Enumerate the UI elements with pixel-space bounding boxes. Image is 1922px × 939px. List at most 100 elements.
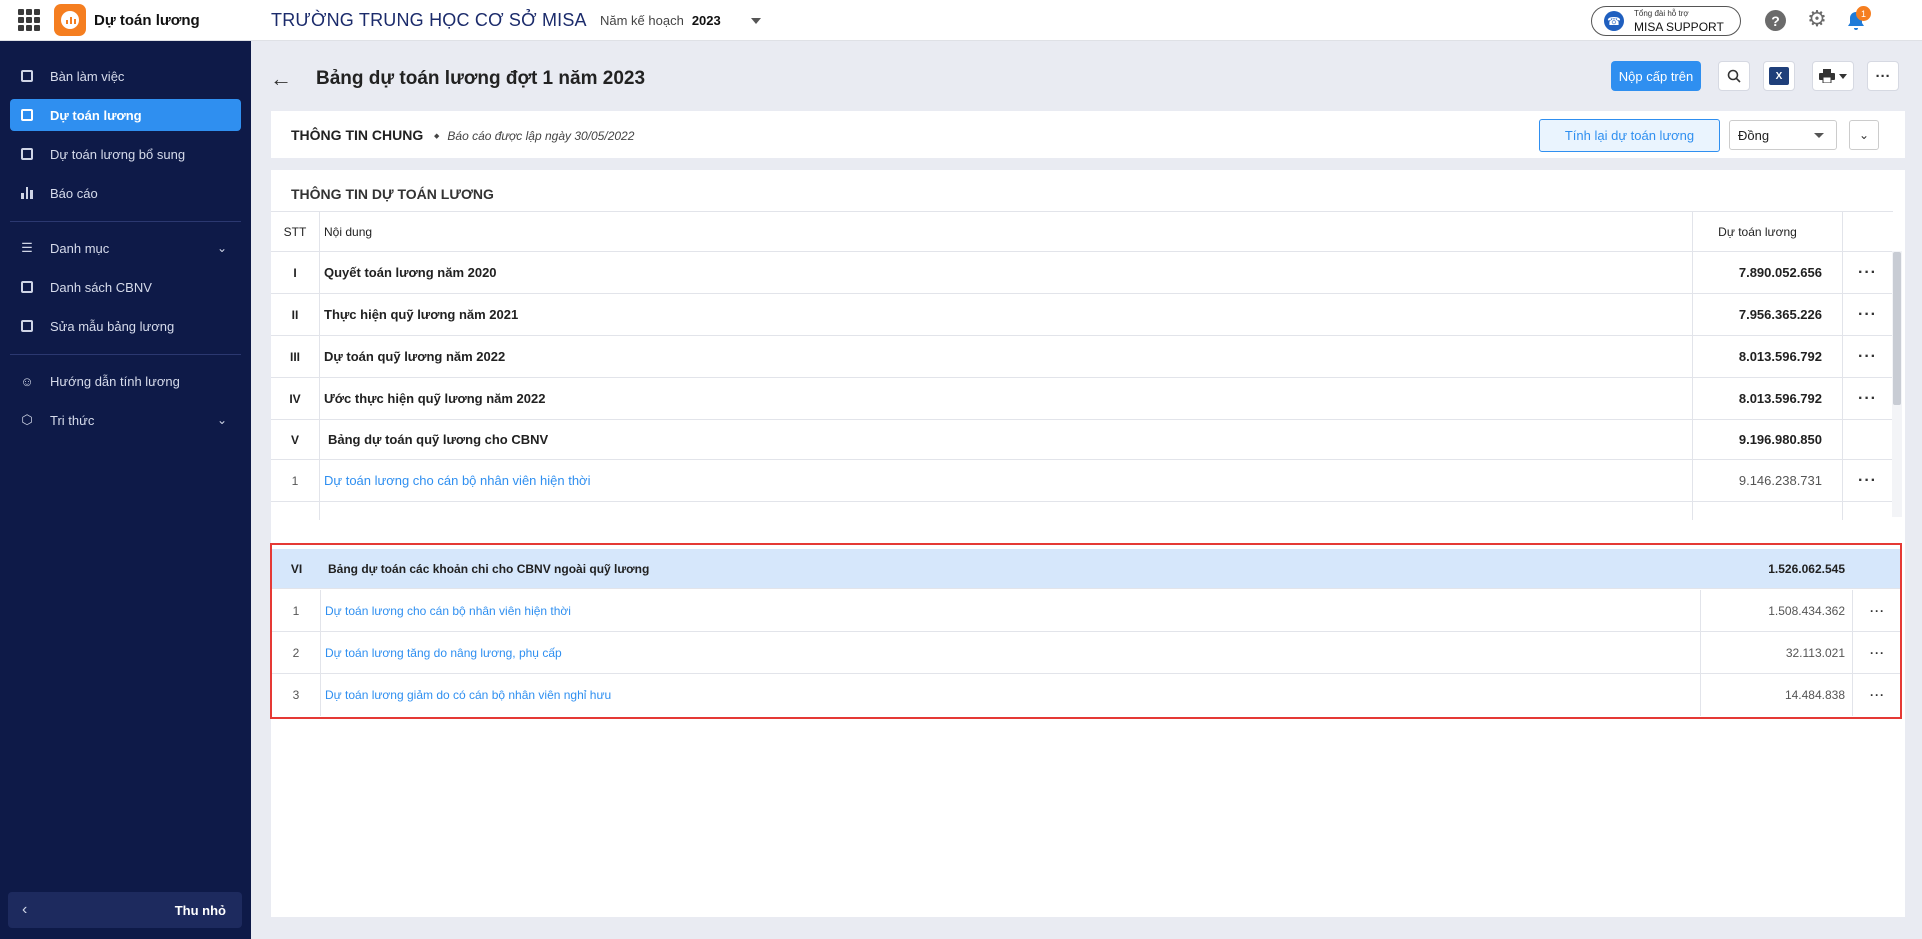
- template-icon: [20, 319, 34, 333]
- row-content: Quyết toán lương năm 2020: [324, 265, 497, 280]
- row-more-button[interactable]: ···: [1842, 378, 1892, 419]
- row-actions: [1842, 502, 1892, 520]
- table-row[interactable]: V Bảng dự toán quỹ lương cho CBNV 9.196.…: [271, 420, 1893, 460]
- guide-icon: ☺: [20, 373, 34, 389]
- plan-year-selector[interactable]: Năm kế hoạch 2023: [600, 13, 761, 28]
- sidebar-item-staff[interactable]: Danh sách CBNV: [10, 271, 241, 303]
- scrollbar-thumb[interactable]: [1893, 252, 1901, 405]
- sidebar-item-supplement[interactable]: Dự toán lương bổ sung: [10, 138, 241, 170]
- search-button[interactable]: [1718, 61, 1750, 91]
- gear-icon[interactable]: ⚙: [1806, 6, 1828, 31]
- table-header: STT Nội dung Dự toán lương: [271, 211, 1893, 252]
- back-arrow-icon[interactable]: ←: [270, 66, 292, 92]
- report-icon: [20, 186, 34, 200]
- sidebar: Bàn làm việc Dự toán lương Dự toán lương…: [0, 41, 251, 939]
- row-content: Bảng dự toán quỹ lương cho CBNV: [328, 432, 549, 447]
- sidebar-item-label: Tri thức: [50, 412, 95, 428]
- sidebar-item-label: Sửa mẫu bảng lương: [50, 318, 175, 334]
- table-row[interactable]: II Thực hiện quỹ lương năm 2021 7.956.36…: [271, 294, 1893, 336]
- row-stt: I: [271, 252, 320, 293]
- header-stt: STT: [271, 212, 320, 251]
- sidebar-item-label: Danh mục: [50, 240, 110, 256]
- row-value: 7.890.052.656: [1692, 252, 1822, 293]
- highlight-box: [270, 543, 1902, 719]
- header-value: Dự toán lương: [1692, 212, 1822, 251]
- table-row[interactable]: 1 Dự toán lương cho cán bộ nhân viên hiệ…: [271, 460, 1893, 502]
- sidebar-item-payroll[interactable]: Dự toán lương: [10, 99, 241, 131]
- currency-value: Đồng: [1738, 127, 1770, 143]
- row-more-button[interactable]: ···: [1842, 252, 1892, 293]
- row-content: Ước thực hiện quỹ lương năm 2022: [324, 391, 546, 406]
- app-name: Dự toán lương: [94, 11, 200, 29]
- knowledge-icon: ⬡: [21, 412, 33, 427]
- recalculate-button[interactable]: Tính lại dự toán lương: [1539, 119, 1720, 152]
- sidebar-item-guide[interactable]: ☺ Hướng dẫn tính lương: [10, 365, 241, 397]
- sidebar-divider: [10, 221, 241, 222]
- submit-button[interactable]: Nộp cấp trên: [1611, 61, 1701, 91]
- support-button[interactable]: ☎ Tổng đài hỗ trợ MISA SUPPORT: [1591, 6, 1741, 36]
- row-stt: II: [271, 294, 320, 335]
- expand-button[interactable]: ⌄: [1849, 120, 1879, 150]
- row-actions: [1842, 420, 1892, 459]
- sidebar-item-template[interactable]: Sửa mẫu bảng lương: [10, 310, 241, 342]
- plan-year-label: Năm kế hoạch: [600, 13, 684, 28]
- list-icon: ☰: [21, 240, 33, 255]
- chevron-down-icon: [750, 17, 761, 24]
- printer-icon: [1819, 69, 1835, 83]
- row-stt: V: [271, 420, 320, 459]
- page-title: Bảng dự toán lương đợt 1 năm 2023: [316, 68, 646, 89]
- excel-export-button[interactable]: X: [1763, 61, 1795, 91]
- row-more-button[interactable]: ···: [1842, 336, 1892, 377]
- chevron-down-icon: ⌄: [216, 413, 227, 427]
- row-value: 9.146.238.731: [1692, 460, 1822, 501]
- row-content-link[interactable]: Dự toán lương cho cán bộ nhân viên hiện …: [324, 460, 1324, 501]
- notification-badge: 1: [1856, 6, 1871, 21]
- app-grid-icon[interactable]: [18, 9, 40, 31]
- sidebar-item-label: Báo cáo: [50, 185, 98, 201]
- sidebar-item-catalog[interactable]: ☰ Danh mục ⌄: [10, 232, 241, 264]
- row-value: 8.013.596.792: [1692, 336, 1822, 377]
- currency-select[interactable]: Đồng: [1729, 120, 1837, 150]
- general-info-card: THÔNG TIN CHUNG Báo cáo được lập ngày 30…: [271, 111, 1905, 158]
- sidebar-item-report[interactable]: Báo cáo: [10, 177, 241, 209]
- more-icon: ···: [1875, 67, 1891, 85]
- dashboard-icon: [20, 69, 34, 83]
- header-actions: [1842, 212, 1892, 251]
- chevron-left-icon: ‹: [22, 901, 28, 918]
- table-row-partial: [271, 502, 1893, 520]
- table-row[interactable]: III Dự toán quỹ lương năm 2022 8.013.596…: [271, 336, 1893, 378]
- sidebar-item-label: Dự toán lương: [50, 107, 142, 123]
- supplement-icon: [20, 147, 34, 161]
- sidebar-item-knowledge[interactable]: ⬡ Tri thức ⌄: [10, 404, 241, 436]
- row-value: 8.013.596.792: [1692, 378, 1822, 419]
- table-row[interactable]: IV Ước thực hiện quỹ lương năm 2022 8.01…: [271, 378, 1893, 420]
- support-caption: Tổng đài hỗ trợ: [1634, 8, 1689, 18]
- chevron-down-icon: ⌄: [216, 241, 227, 255]
- plan-year-value: 2023: [691, 13, 721, 28]
- collapse-label: Thu nhỏ: [174, 902, 226, 918]
- row-stt: 1: [271, 460, 320, 501]
- row-content: Thực hiện quỹ lương năm 2021: [324, 307, 519, 322]
- collapse-sidebar-button[interactable]: ‹ Thu nhỏ: [8, 892, 242, 928]
- section-title: THÔNG TIN DỰ TOÁN LƯƠNG: [291, 186, 494, 202]
- row-stt: III: [271, 336, 320, 377]
- help-icon[interactable]: ?: [1765, 10, 1786, 31]
- sidebar-item-label: Hướng dẫn tính lương: [50, 373, 180, 389]
- table-row[interactable]: I Quyết toán lương năm 2020 7.890.052.65…: [271, 252, 1893, 294]
- row-content: Dự toán quỹ lương năm 2022: [324, 349, 506, 364]
- phone-icon: ☎: [1604, 11, 1624, 31]
- row-more-button[interactable]: ···: [1842, 460, 1892, 501]
- sidebar-item-dashboard[interactable]: Bàn làm việc: [10, 60, 241, 92]
- row-value: 9.196.980.850: [1692, 420, 1822, 459]
- row-stt: [271, 502, 320, 520]
- row-value: [1692, 502, 1822, 520]
- sidebar-item-label: Bàn làm việc: [50, 68, 125, 84]
- sidebar-item-label: Dự toán lương bổ sung: [50, 146, 186, 162]
- caret-down-icon: [1839, 73, 1847, 79]
- support-label: MISA SUPPORT: [1634, 19, 1724, 34]
- header-content: Nội dung: [324, 224, 373, 239]
- row-more-button[interactable]: ···: [1842, 294, 1892, 335]
- school-name: TRƯỜNG TRUNG HỌC CƠ SỞ MISA: [271, 10, 587, 30]
- more-options-button[interactable]: ···: [1867, 61, 1899, 91]
- print-button[interactable]: [1812, 61, 1854, 91]
